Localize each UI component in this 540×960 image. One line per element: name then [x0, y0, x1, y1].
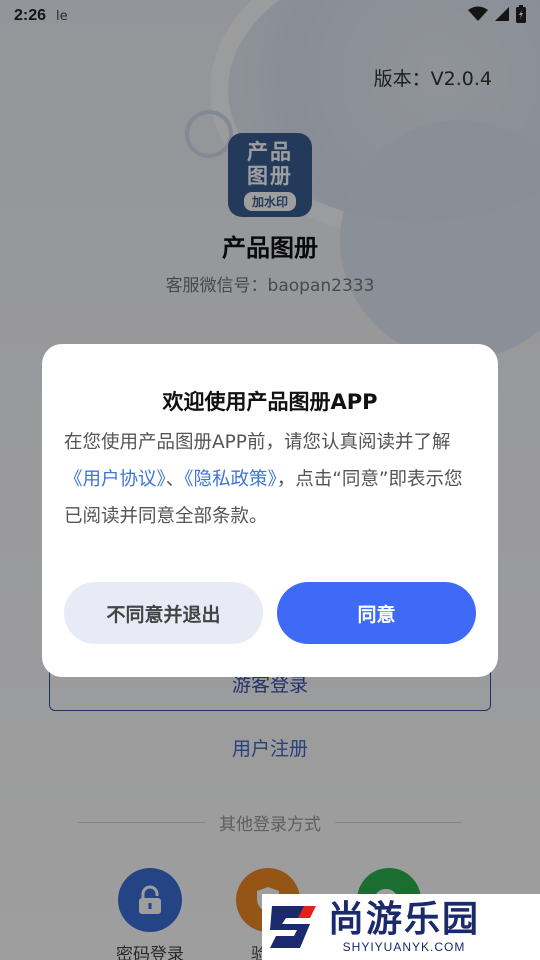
dialog-separator: 、 [165, 469, 185, 490]
watermark-logo-icon [262, 894, 324, 960]
dialog-title: 欢迎使用产品图册APP [162, 390, 378, 414]
site-watermark: 尚游乐园 SHYIYUANYK.COM [262, 894, 540, 960]
user-agreement-link[interactable]: 《用户协议》 [64, 469, 166, 490]
agree-button[interactable]: 同意 [277, 582, 476, 644]
dialog-body-text: 在您使用产品图册APP前，请您认真阅读并了解 [64, 432, 451, 453]
disagree-exit-button[interactable]: 不同意并退出 [64, 582, 263, 644]
privacy-policy-link[interactable]: 《隐私政策》 [184, 469, 277, 490]
dialog-body: 在您使用产品图册APP前，请您认真阅读并了解《用户协议》、《隐私政策》，点击“同… [64, 424, 478, 535]
privacy-dialog: 欢迎使用产品图册APP 在您使用产品图册APP前，请您认真阅读并了解《用户协议》… [42, 344, 498, 677]
watermark-url: SHYIYUANYK.COM [342, 940, 466, 954]
watermark-text: 尚游乐园 [328, 899, 481, 940]
